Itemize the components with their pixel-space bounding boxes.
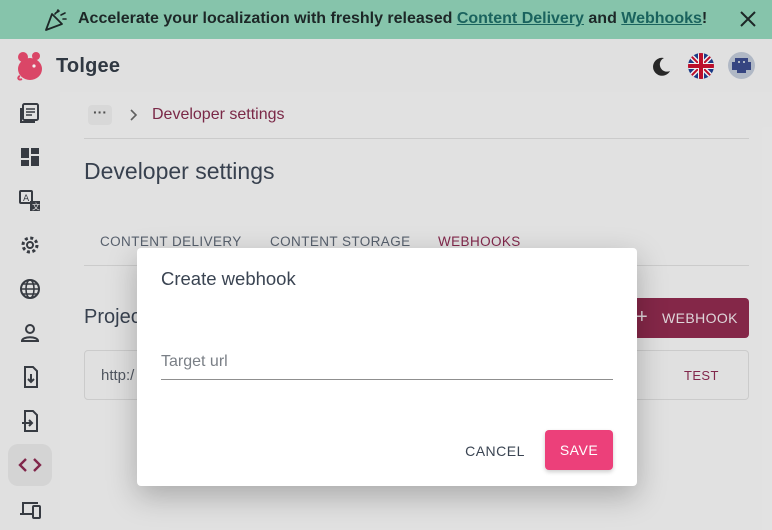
webhooks-link[interactable]: Webhooks [621, 10, 702, 27]
target-url-input[interactable]: Target url [161, 344, 613, 380]
content-delivery-link[interactable]: Content Delivery [457, 10, 584, 27]
cancel-button[interactable]: CANCEL [455, 431, 535, 471]
close-icon[interactable] [738, 9, 758, 29]
announcement-banner: Accelerate your localization with freshl… [0, 0, 772, 39]
banner-message: Accelerate your localization with freshl… [78, 10, 708, 27]
create-webhook-dialog: Create webhook Target url CANCEL SAVE [137, 248, 637, 486]
party-popper-icon [45, 9, 67, 31]
target-url-placeholder: Target url [161, 353, 228, 370]
save-button[interactable]: SAVE [545, 430, 613, 470]
dialog-title: Create webhook [161, 268, 296, 289]
